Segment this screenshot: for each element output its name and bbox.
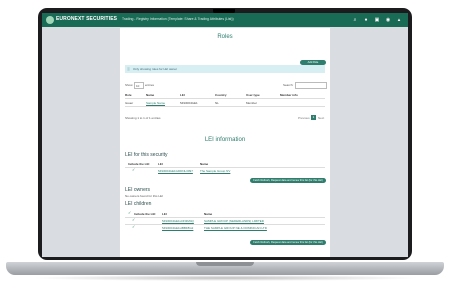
entries-select-value: 10	[136, 84, 140, 88]
table-divider	[125, 98, 325, 99]
col-country[interactable]: Country	[215, 93, 227, 97]
col-user-type[interactable]: User type	[246, 93, 260, 97]
security-lei-link[interactable]: 5493004GE1GDDNL3097	[158, 169, 193, 173]
search-label: Search:	[283, 83, 294, 87]
table-row-user-type: Member	[246, 101, 258, 105]
pager-next[interactable]: Next	[318, 116, 324, 120]
table-row-country: NL	[215, 101, 219, 105]
eye-icon[interactable]: ◉	[385, 17, 391, 23]
col-lei: LEI	[158, 162, 163, 166]
pager-page-1[interactable]: 1	[311, 115, 316, 120]
brand-logo-icon[interactable]	[46, 16, 54, 24]
screen: EURONEXT SECURITIES Trading - Registry I…	[42, 13, 408, 257]
lei-information-heading: LEI information	[204, 137, 246, 143]
table-divider	[125, 167, 325, 168]
col-role[interactable]: Role	[125, 93, 132, 97]
table-row-lei: 5493004GE1	[180, 101, 198, 105]
roles-heading: Roles	[217, 34, 233, 40]
brand-name[interactable]: EURONEXT SECURITIES	[56, 16, 117, 22]
owners-empty-text: No owners found for this LEI	[125, 194, 163, 198]
children-fetch-button[interactable]: Fetch Refresh, Request data and renew th…	[250, 240, 326, 245]
show-label: Show	[125, 83, 133, 87]
top-navigation-bar: EURONEXT SECURITIES Trading - Registry I…	[42, 13, 408, 27]
checkmark-icon[interactable]: ✓	[132, 224, 135, 229]
entries-select[interactable]: 10	[134, 82, 144, 89]
col-lei[interactable]: LEI	[180, 93, 185, 97]
col-lei: LEI	[162, 212, 167, 216]
child-lei-link[interactable]: 5493004GE1LDN3M4Q	[162, 219, 194, 223]
col-name: Name	[200, 162, 209, 166]
col-include-lei: Include the LEI	[134, 212, 156, 216]
showing-entries-text: Showing 1 to 1 of 1 entries	[125, 116, 161, 120]
col-name[interactable]: Name	[146, 93, 154, 97]
col-include-lei: Include the LEI	[128, 162, 150, 166]
checkmark-icon[interactable]: ✓	[132, 217, 135, 222]
table-divider	[125, 106, 325, 107]
info-icon: ⓘ	[127, 67, 131, 71]
child-name-link[interactable]: SAMPLE GROUP (NEDERLANDS) LIMITED	[204, 219, 264, 223]
roles-search-input[interactable]	[295, 82, 327, 89]
table-divider	[125, 217, 325, 218]
laptop-shadow	[30, 275, 420, 281]
entries-label: entries	[145, 83, 155, 87]
info-banner: ⓘ Only showing roles for LEI owner	[125, 65, 325, 73]
table-divider	[125, 224, 325, 225]
page-title: Trading - Registry Information (Template…	[122, 17, 234, 21]
table-row-name-link[interactable]: Sample Name	[146, 101, 165, 105]
content-card: Roles Add Role ⓘ Only showing roles for …	[120, 28, 330, 257]
checkmark-icon[interactable]: ✓	[132, 167, 135, 172]
security-name-link[interactable]: The Sample Group NV	[200, 169, 230, 173]
pager-previous[interactable]: Previous	[298, 116, 310, 120]
col-name: Name	[204, 212, 213, 216]
bell-icon[interactable]: ▴	[396, 17, 402, 23]
lei-security-heading: LEI for this security	[125, 152, 168, 158]
table-row-role: Issuer	[125, 101, 134, 105]
child-lei-link[interactable]: 5493004GE1HBBF8G2	[162, 226, 193, 230]
col-member-info[interactable]: Member info	[280, 93, 298, 97]
lei-children-heading: LEI children	[125, 201, 152, 207]
child-name-link[interactable]: THE SAMPLE GROUP NE & DOMINICAN LTD	[204, 226, 267, 230]
user-icon[interactable]: ●	[363, 17, 369, 23]
laptop-base-notch	[196, 262, 254, 266]
security-fetch-button[interactable]: Fetch Refresh, Request data and renew th…	[250, 178, 326, 183]
lei-owners-heading: LEI owners	[125, 187, 151, 193]
document-icon[interactable]: ▣	[374, 17, 380, 23]
info-banner-text: Only showing roles for LEI owner	[133, 67, 178, 71]
select-all-checkbox[interactable]: ✓	[128, 210, 131, 215]
search-icon[interactable]: ⌕	[352, 17, 358, 23]
